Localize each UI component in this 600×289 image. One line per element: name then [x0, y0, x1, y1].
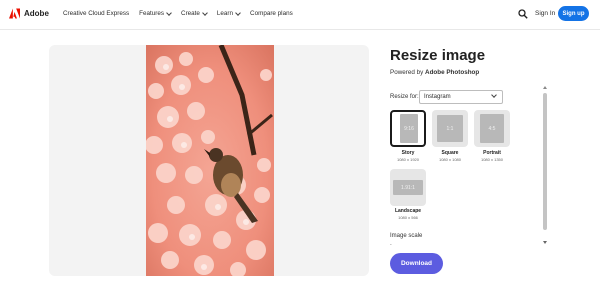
top-navigation: Adobe Creative Cloud Express Features Cr…: [0, 0, 600, 30]
scroll-down-arrow-icon[interactable]: [543, 241, 547, 244]
nav-link-features[interactable]: Features: [139, 9, 172, 17]
chevron-down-icon: [202, 9, 208, 16]
option-portrait-thumb[interactable]: 4:5: [474, 110, 510, 147]
sign-up-button[interactable]: Sign up: [558, 6, 589, 21]
nav-link-label: Learn: [216, 10, 234, 17]
download-button[interactable]: Download: [390, 253, 443, 274]
chevron-down-icon: [166, 9, 172, 16]
powered-by: Powered by Adobe Photoshop: [390, 69, 479, 76]
chevron-down-icon: [235, 9, 241, 16]
option-square-thumb[interactable]: 1:1: [432, 110, 468, 147]
sign-in-link[interactable]: Sign In: [535, 10, 555, 17]
nav-link-label: Create: [181, 10, 200, 17]
option-name: Story: [401, 150, 415, 156]
main-nav: Creative Cloud Express Features Create L…: [63, 9, 293, 17]
powered-by-brand: Adobe Photoshop: [425, 69, 480, 76]
nav-link-create[interactable]: Create: [181, 9, 208, 17]
adobe-logo-icon: [9, 8, 20, 19]
resize-for-select[interactable]: Instagram: [419, 90, 503, 104]
option-name: Portrait: [483, 150, 501, 156]
scrollbar-thumb[interactable]: [543, 93, 547, 230]
resize-for-label: Resize for:: [390, 94, 419, 100]
nav-link-creative-cloud-express[interactable]: Creative Cloud Express: [63, 10, 129, 17]
nav-link-label: Creative Cloud Express: [63, 10, 130, 17]
ratio-shape: 1:1: [437, 115, 463, 142]
search-icon[interactable]: [518, 9, 528, 19]
option-name: Landscape: [394, 208, 422, 214]
nav-link-label: Compare plans: [250, 10, 293, 17]
image-scale-value: -: [390, 242, 392, 248]
option-size: 1080 x 566: [398, 215, 418, 220]
panel-scrollbar[interactable]: [542, 86, 548, 244]
ratio-shape: 9:16: [400, 114, 418, 143]
option-name: Square: [441, 150, 459, 156]
panel-title: Resize image: [390, 47, 486, 64]
resize-for-value: Instagram: [424, 94, 451, 100]
option-size: 1080 x 1920: [396, 157, 420, 162]
nav-link-label: Features: [139, 10, 165, 17]
option-size: 1080 x 1080: [438, 157, 462, 162]
powered-by-prefix: Powered by: [390, 69, 424, 76]
nav-link-learn[interactable]: Learn: [216, 9, 241, 17]
ratio-shape: 4:5: [480, 114, 504, 143]
chevron-down-icon: [491, 92, 497, 98]
ratio-shape: 1.91:1: [393, 180, 423, 195]
adobe-logo[interactable]: Adobe: [9, 8, 49, 19]
brand-name: Adobe: [24, 9, 49, 18]
preview-photo: [146, 45, 274, 276]
option-story-thumb[interactable]: 9:16: [390, 110, 426, 147]
nav-link-compare-plans[interactable]: Compare plans: [250, 10, 293, 17]
option-landscape-thumb[interactable]: 1.91:1: [390, 169, 426, 206]
option-size: 1080 x 1350: [480, 157, 504, 162]
scroll-up-arrow-icon[interactable]: [543, 86, 547, 89]
image-scale-label: Image scale: [390, 233, 423, 239]
